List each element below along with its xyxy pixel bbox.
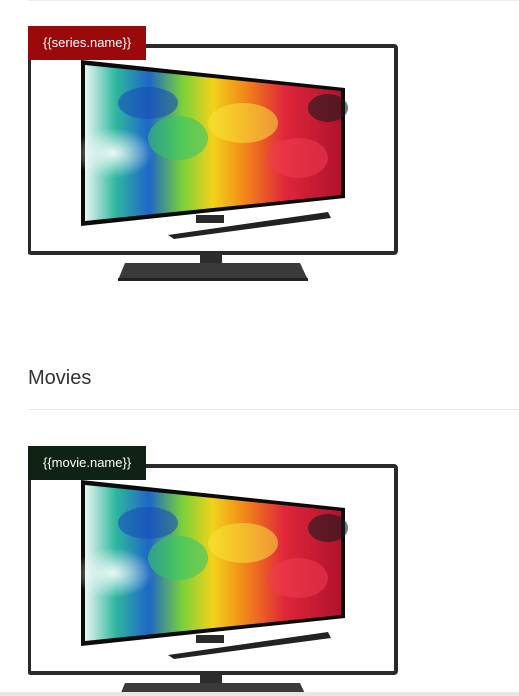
section-divider (28, 409, 519, 410)
movie-card[interactable]: {{movie.name}} (28, 446, 398, 696)
movie-tv-image (28, 464, 398, 696)
series-card[interactable]: {{series.name}} (28, 26, 398, 288)
top-divider (28, 0, 519, 1)
movies-section-title: Movies (28, 367, 92, 389)
movie-name-badge: {{movie.name}} (28, 446, 147, 480)
page: {{series.name}} Movies {{movie.name}} (0, 0, 519, 696)
horizontal-scrollbar[interactable] (0, 692, 519, 696)
series-tv-image (28, 44, 398, 281)
series-name-badge: {{series.name}} (28, 26, 147, 60)
